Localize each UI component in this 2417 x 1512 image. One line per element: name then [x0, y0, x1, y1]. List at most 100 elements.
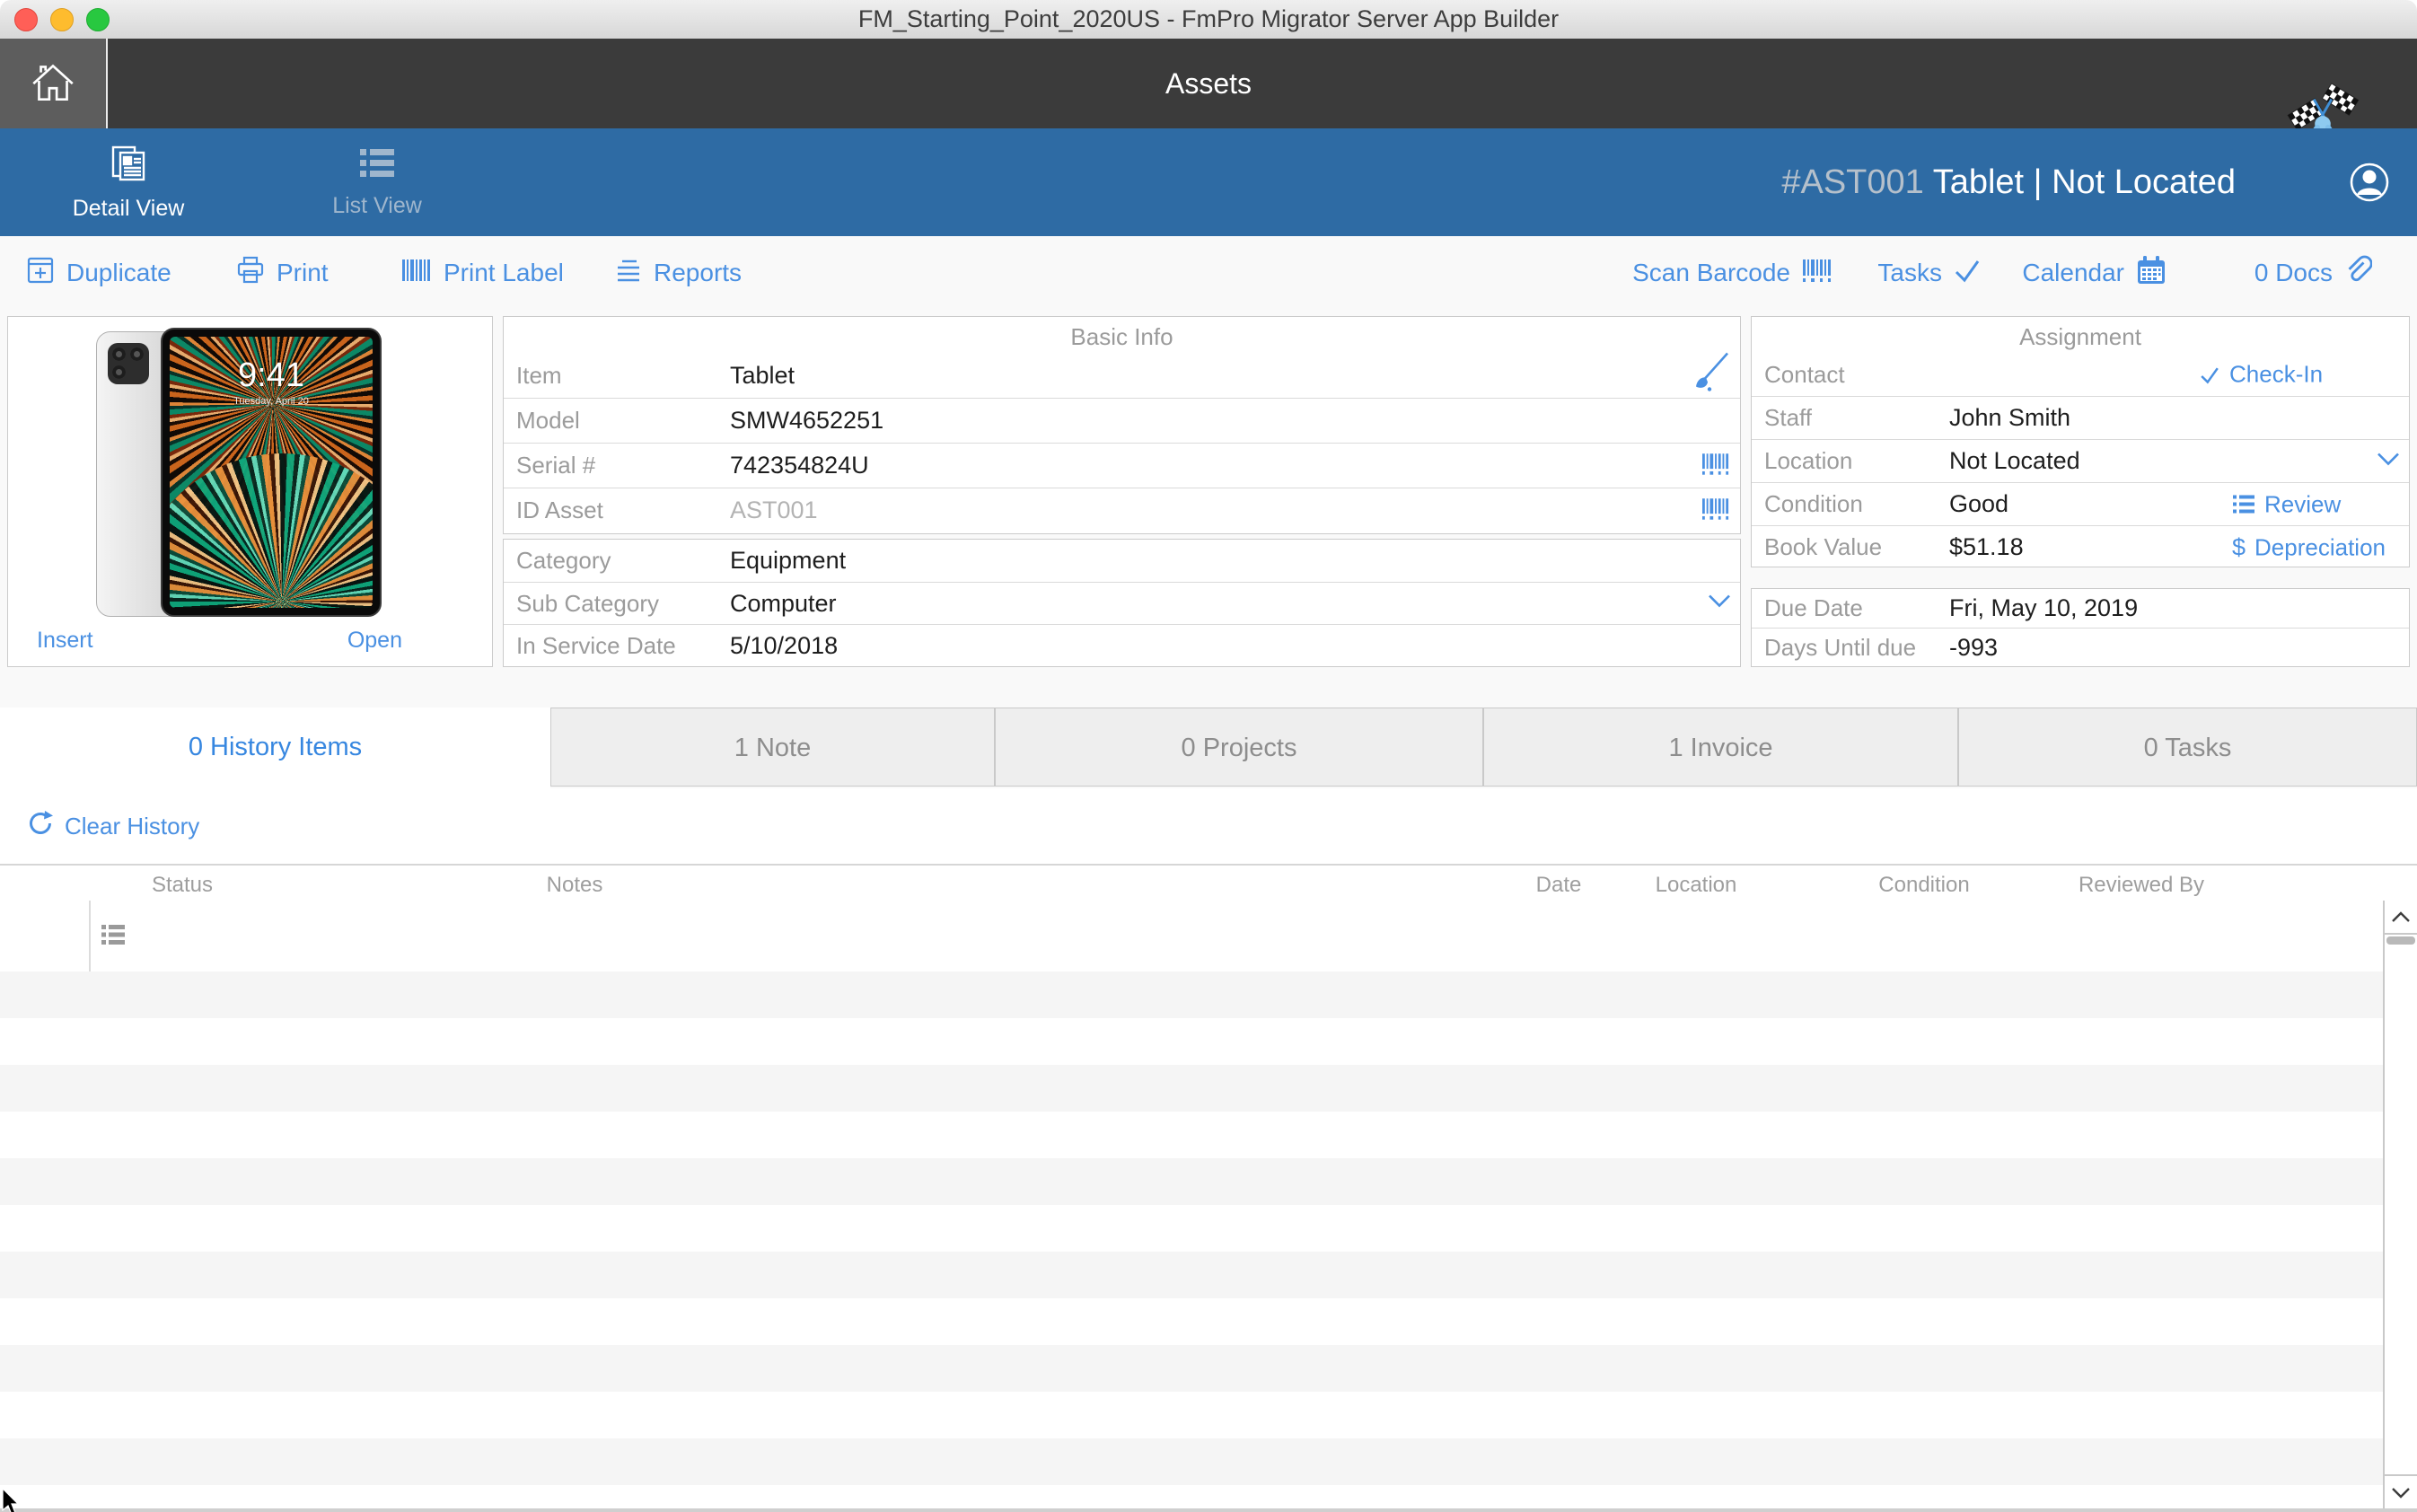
reports-button[interactable]: Reports [614, 236, 742, 310]
in-service-row: In Service Date 5/10/2018 [504, 624, 1740, 666]
book-value-label: Book Value [1764, 533, 1883, 560]
subcategory-value[interactable]: Computer [730, 590, 837, 618]
check-icon [2201, 366, 2219, 383]
in-service-value[interactable]: 5/10/2018 [730, 632, 838, 660]
tasks-label: Tasks [1877, 259, 1942, 286]
record-nav-bar: Detail View List View #AST001 Tablet | N… [0, 128, 2417, 236]
id-asset-label: ID Asset [516, 497, 603, 523]
staff-label: Staff [1764, 404, 1813, 431]
calendar-button[interactable]: Calendar [2022, 236, 2167, 310]
docs-button[interactable]: 0 Docs [2254, 236, 2373, 310]
vertical-scrollbar[interactable] [2383, 901, 2417, 1512]
tab-list-view[interactable]: List View [296, 128, 458, 236]
serial-label: Serial # [516, 452, 596, 479]
open-photo-link[interactable]: Open [347, 628, 402, 654]
app-header: Assets [0, 39, 2417, 158]
tab-detail-view[interactable]: Detail View [43, 128, 214, 236]
scan-barcode-button[interactable]: Scan Barcode [1632, 236, 1833, 310]
brush-icon[interactable] [1690, 351, 1731, 400]
location-value[interactable]: Not Located [1949, 447, 2080, 475]
model-value[interactable]: SMW4652251 [730, 407, 883, 435]
table-row[interactable] [0, 1345, 2383, 1392]
id-barcode-icon[interactable] [1701, 495, 1731, 526]
location-chevron-down-icon[interactable] [2377, 452, 2400, 470]
table-row[interactable] [0, 971, 2383, 1018]
condition-value[interactable]: Good [1949, 490, 2008, 518]
calendar-label: Calendar [2022, 259, 2124, 286]
tab-notes[interactable]: 1 Note [550, 708, 995, 787]
scroll-up-button[interactable] [2385, 901, 2417, 935]
asset-photo: 9:41 Tuesday, April 20 [96, 328, 410, 624]
record-detail-area: 9:41 Tuesday, April 20 Insert Open Basic… [0, 310, 2417, 708]
category-value[interactable]: Equipment [730, 547, 846, 575]
subcategory-chevron-down-icon[interactable] [1708, 594, 1731, 613]
page-title: Assets [1165, 67, 1252, 100]
item-value[interactable]: Tablet [730, 362, 795, 390]
insert-photo-link[interactable]: Insert [37, 628, 93, 654]
mouse-cursor [2, 1487, 22, 1512]
days-until-due-row: Days Until due -993 [1752, 628, 2409, 666]
print-label-button[interactable]: Print Label [400, 236, 564, 310]
tab-history-items[interactable]: 0 History Items [0, 708, 550, 788]
detail-view-label: Detail View [72, 196, 185, 221]
table-row[interactable] [0, 1205, 2383, 1252]
history-first-row[interactable] [0, 901, 2383, 971]
user-account-icon[interactable] [2349, 162, 2390, 203]
asset-photo-panel: 9:41 Tuesday, April 20 Insert Open [7, 316, 493, 667]
due-date-value[interactable]: Fri, May 10, 2019 [1949, 594, 2138, 622]
days-until-due-label: Days Until due [1764, 633, 1917, 661]
tab-tasks[interactable]: 0 Tasks [1958, 708, 2417, 787]
check-icon [1953, 257, 1982, 290]
window-bottom-edge [0, 1508, 2417, 1512]
serial-barcode-icon[interactable] [1701, 450, 1731, 481]
depreciation-link[interactable]: $ Depreciation [2232, 533, 2386, 561]
calendar-icon [2135, 254, 2167, 293]
table-row[interactable] [0, 1018, 2383, 1065]
book-value-value[interactable]: $51.18 [1949, 533, 2024, 561]
table-row[interactable] [0, 1065, 2383, 1112]
column-header-location: Location [1655, 873, 1737, 897]
table-row[interactable] [0, 1298, 2383, 1345]
duplicate-icon [25, 255, 56, 292]
in-service-label: In Service Date [516, 631, 676, 659]
table-row[interactable] [0, 1112, 2383, 1158]
table-row[interactable] [0, 1438, 2383, 1485]
paperclip-icon [2343, 255, 2373, 292]
assignment-title: Assignment [2019, 323, 2141, 350]
table-row[interactable] [0, 1392, 2383, 1438]
basic-info-panel: Basic Info Item Tablet Model SMW4652251 … [503, 316, 1741, 534]
scroll-down-button[interactable] [2385, 1474, 2417, 1510]
row-list-icon[interactable] [101, 923, 126, 951]
tab-projects[interactable]: 0 Projects [995, 708, 1483, 787]
assignment-panel: Assignment Contact Check-In Staff John S… [1751, 316, 2410, 567]
days-until-due-value[interactable]: -993 [1949, 634, 1998, 662]
print-button[interactable]: Print [235, 236, 329, 310]
review-link[interactable]: Review [2232, 490, 2341, 518]
condition-label: Condition [1764, 490, 1863, 517]
id-asset-value[interactable]: AST001 [730, 497, 818, 524]
tasks-button[interactable]: Tasks [1877, 236, 1982, 310]
staff-value[interactable]: John Smith [1949, 404, 2070, 432]
refresh-icon [27, 810, 54, 843]
table-row[interactable] [0, 1252, 2383, 1298]
check-in-link[interactable]: Check-In [2199, 361, 2323, 389]
book-value-row: Book Value $51.18 $ Depreciation [1752, 525, 2409, 568]
scrollbar-thumb[interactable] [2386, 936, 2415, 945]
serial-row: Serial # 742354824U [504, 443, 1740, 488]
toolbar: Duplicate Print Print Label Reports Scan… [0, 236, 2417, 310]
scan-barcode-label: Scan Barcode [1632, 259, 1790, 286]
due-date-panel: Due Date Fri, May 10, 2019 Days Until du… [1751, 588, 2410, 667]
print-label-label: Print Label [444, 259, 564, 286]
serial-value[interactable]: 742354824U [730, 452, 869, 479]
table-row[interactable] [0, 1158, 2383, 1205]
dollar-icon: $ [2232, 533, 2246, 560]
tab-invoices[interactable]: 1 Invoice [1483, 708, 1958, 787]
related-records-tabs: 0 History Items 1 Note 0 Projects 1 Invo… [0, 708, 2417, 788]
category-label: Category [516, 547, 611, 574]
clear-history-link[interactable]: Clear History [27, 810, 199, 843]
duplicate-button[interactable]: Duplicate [25, 236, 171, 310]
record-id: #AST001 [1781, 163, 1924, 201]
record-name: Tablet | Not Located [1932, 163, 2236, 201]
category-panel: Category Equipment Sub Category Computer… [503, 539, 1741, 667]
item-row: Item Tablet [504, 351, 1740, 400]
